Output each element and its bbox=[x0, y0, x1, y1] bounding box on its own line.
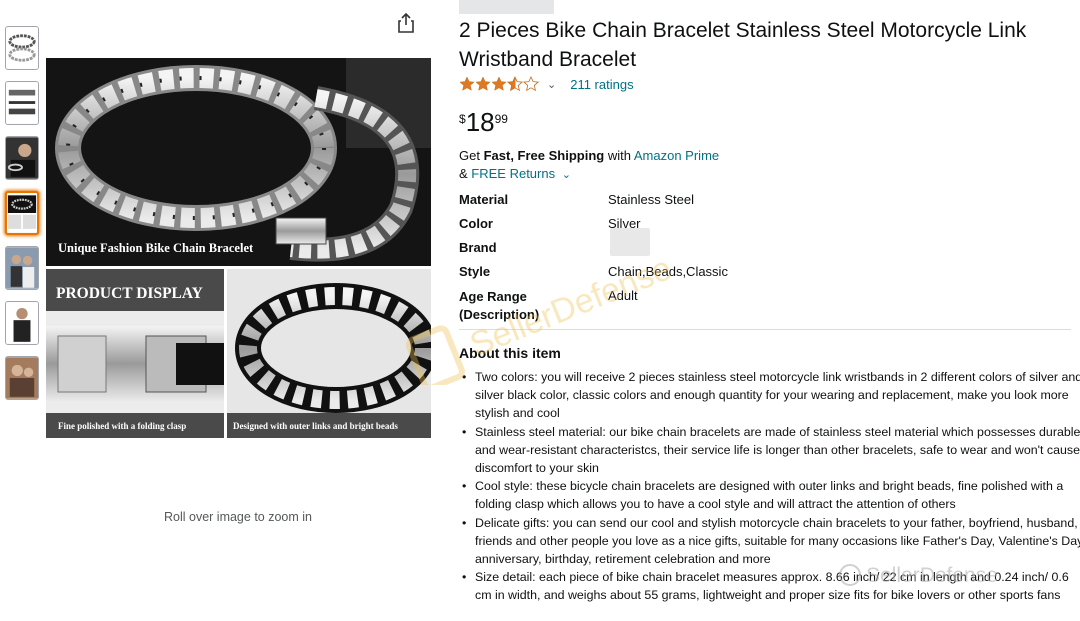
spec-value: Silver bbox=[608, 216, 641, 231]
links-caption: Designed with outer links and bright bea… bbox=[233, 421, 398, 431]
shipping-info: Get Fast, Free Shipping with Amazon Prim… bbox=[459, 147, 719, 184]
thumbnail-couple-photo[interactable] bbox=[5, 246, 39, 290]
spec-label: Age Range (Description) bbox=[459, 289, 540, 322]
shipping-prefix: Get bbox=[459, 148, 480, 163]
list-item: Size detail: each piece of bike chain br… bbox=[462, 568, 1080, 604]
spec-row: Color Silver bbox=[459, 216, 1059, 240]
returns-chevron-icon[interactable]: ⌄ bbox=[562, 169, 571, 181]
main-product-image[interactable]: Unique Fashion Bike Chain Bracelet PRODU… bbox=[46, 58, 437, 438]
price-fraction: 99 bbox=[494, 112, 508, 126]
free-returns-link[interactable]: FREE Returns bbox=[471, 166, 555, 181]
clasp-caption: Fine polished with a folding clasp bbox=[58, 421, 186, 431]
spec-label: Color bbox=[459, 216, 493, 231]
star-full-icon bbox=[491, 76, 507, 91]
list-item: Delicate gifts: you can send our cool an… bbox=[462, 514, 1080, 569]
thumbnail-product-display[interactable] bbox=[5, 191, 39, 235]
star-full-icon bbox=[459, 76, 475, 91]
spec-row: Material Stainless Steel bbox=[459, 192, 1059, 216]
ratings-count-link[interactable]: 211 ratings bbox=[570, 77, 633, 92]
spec-value bbox=[608, 240, 1059, 264]
shipping-with: with bbox=[607, 148, 631, 163]
spec-value: Stainless Steel bbox=[608, 192, 694, 207]
spec-row: Style Chain,Beads,Classic bbox=[459, 264, 1059, 288]
brand-blur bbox=[610, 228, 650, 256]
spec-value: Adult bbox=[608, 288, 638, 303]
about-bullets: Two colors: you will receive 2 pieces st… bbox=[459, 368, 1080, 605]
product-title: 2 Pieces Bike Chain Bracelet Stainless S… bbox=[459, 19, 1027, 71]
spec-row: Age Range (Description) Adult bbox=[459, 288, 1059, 328]
star-empty-icon bbox=[523, 76, 539, 92]
spec-label: Style bbox=[459, 264, 491, 279]
star-half-icon bbox=[507, 76, 523, 92]
thumbnail-size-chart[interactable] bbox=[5, 81, 39, 125]
price-whole: 18 bbox=[465, 107, 495, 137]
product-display-heading: PRODUCT DISPLAY bbox=[56, 285, 203, 302]
star-full-icon bbox=[475, 76, 491, 91]
star-rating[interactable] bbox=[459, 76, 539, 92]
main-image-caption: Unique Fashion Bike Chain Bracelet bbox=[58, 241, 254, 255]
spec-label: Material bbox=[459, 192, 509, 207]
returns-prefix: & bbox=[459, 166, 468, 181]
about-heading: About this item bbox=[459, 345, 561, 361]
list-item: Cool style: these bicycle chain bracelet… bbox=[462, 477, 1080, 513]
prime-link[interactable]: Amazon Prime bbox=[634, 148, 719, 163]
thumbnail-bracelet-pair[interactable] bbox=[5, 26, 39, 70]
rating-row: ⌄ 211 ratings bbox=[459, 75, 634, 93]
zoom-hint: Roll over image to zoom in bbox=[164, 510, 312, 524]
thumbnail-man-portrait[interactable] bbox=[5, 301, 39, 345]
list-item: Two colors: you will receive 2 pieces st… bbox=[462, 368, 1080, 423]
spec-value: Chain,Beads,Classic bbox=[608, 264, 728, 279]
thumbnail-model-wearing[interactable] bbox=[5, 136, 39, 180]
thumbnail-strip bbox=[5, 26, 43, 411]
spec-row: Brand bbox=[459, 240, 1059, 264]
price-symbol: $ bbox=[459, 112, 466, 126]
shipping-bold: Fast, Free Shipping bbox=[483, 148, 605, 163]
spec-table: Material Stainless Steel Color Silver Br… bbox=[459, 192, 1059, 328]
chevron-down-icon[interactable]: ⌄ bbox=[547, 78, 556, 91]
list-item: Stainless steel material: our bike chain… bbox=[462, 423, 1080, 478]
share-icon[interactable] bbox=[395, 12, 417, 34]
spec-label: Brand bbox=[459, 240, 497, 255]
thumbnail-gift-photo[interactable] bbox=[5, 356, 39, 400]
top-strip bbox=[459, 0, 554, 14]
divider bbox=[459, 329, 1071, 330]
price: $ 18 99 bbox=[459, 108, 508, 136]
